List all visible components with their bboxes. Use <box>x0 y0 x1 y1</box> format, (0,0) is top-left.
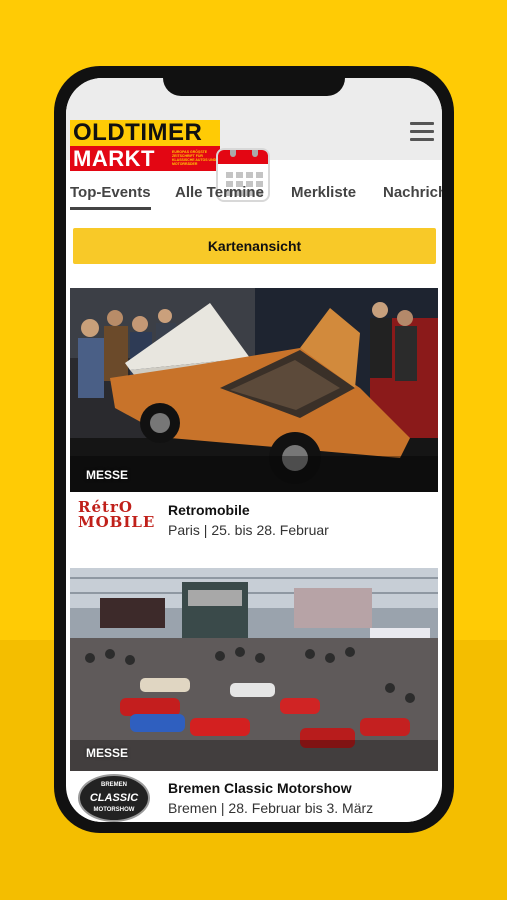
bremen-logo-bottom: MOTORSHOW <box>93 807 135 813</box>
app-screen: OLDTIMER MARKT EUROPAS GRÖSSTE ZEITSCHRI… <box>66 78 442 822</box>
logo-line1: OLDTIMER <box>70 120 220 146</box>
retromobile-logo-line2: MOBILE <box>78 513 156 531</box>
event-subtitle: Paris | 25. bis 28. Februar <box>168 522 329 538</box>
event-title: Retromobile <box>168 502 250 518</box>
event-image-retromobile <box>70 288 438 492</box>
bremen-classic-logo: BREMEN CLASSIC MOTORSHOW <box>78 774 150 822</box>
tab-nachrichten[interactable]: Nachrich <box>383 182 442 210</box>
event-subtitle: Bremen | 28. Februar bis 3. März <box>168 800 374 816</box>
map-view-button[interactable]: Kartenansicht <box>73 228 436 264</box>
tab-bar: Top-Events Alle Termine Merkliste Nachri… <box>66 182 442 212</box>
bremen-logo-top: BREMEN <box>100 782 127 788</box>
phone-notch <box>163 66 345 96</box>
tab-alle-termine[interactable]: Alle Termine <box>175 182 264 210</box>
event-category-badge: MESSE <box>86 746 129 760</box>
event-card-bremen-classic[interactable]: MESSE BREMEN CLASSIC MOTORSHOW Bremen Cl… <box>70 568 438 822</box>
retromobile-logo: RétrO MOBILE <box>78 500 158 552</box>
tab-merkliste[interactable]: Merkliste <box>291 182 356 210</box>
event-title: Bremen Classic Motorshow <box>168 780 352 796</box>
tab-top-events[interactable]: Top-Events <box>70 182 151 210</box>
event-category-badge: MESSE <box>86 468 129 482</box>
event-image-bremen-classic <box>70 568 438 771</box>
logo-tagline: EUROPAS GRÖSSTE ZEITSCHRIFT FÜR KLASSISC… <box>172 150 217 166</box>
event-card-retromobile[interactable]: MESSE RétrO MOBILE Retromobile Paris | 2… <box>70 288 438 558</box>
hamburger-menu-icon[interactable] <box>410 122 434 146</box>
app-logo[interactable]: OLDTIMER MARKT EUROPAS GRÖSSTE ZEITSCHRI… <box>70 112 270 202</box>
bremen-logo-mid: CLASSIC <box>89 792 139 804</box>
